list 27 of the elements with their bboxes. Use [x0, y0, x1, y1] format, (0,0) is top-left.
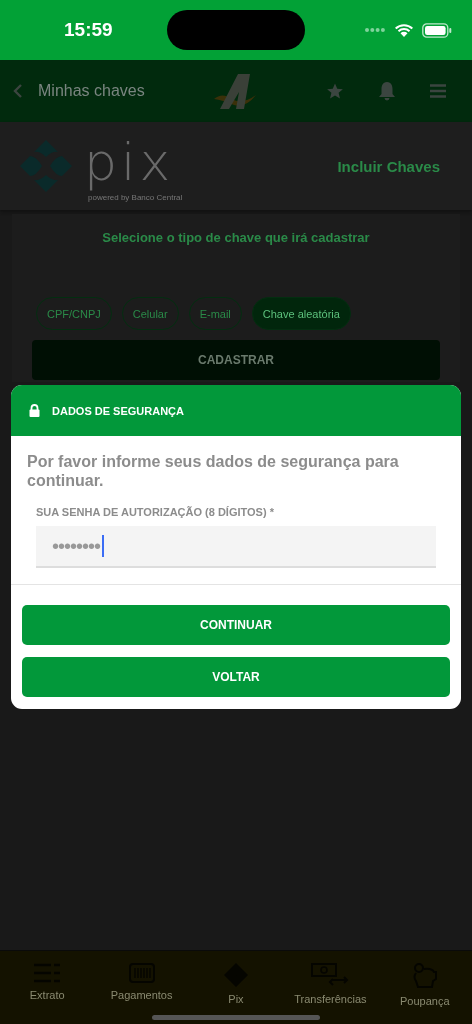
register-button[interactable]: CADASTRAR [32, 340, 440, 380]
continue-button[interactable]: CONTINUAR [22, 605, 450, 645]
signal-icon [364, 27, 386, 33]
status-time: 15:59 [64, 19, 114, 41]
back-button[interactable]: VOLTAR [22, 657, 450, 697]
dialog-message: Por favor informe seus dados de segurança para continuar. [27, 452, 400, 490]
lock-icon [29, 404, 40, 417]
section-heading: Incluir Chaves [337, 157, 440, 175]
page-title: Minhas chaves [38, 82, 146, 100]
key-type-chip[interactable]: Chave aleatória [251, 297, 351, 330]
field-label: SUA SENHA DE AUTORIZAÇÃO (8 DÍGITOS) * [36, 506, 275, 518]
nav-label[interactable]: Extrato [29, 989, 65, 1001]
pix-logo-text: pix [84, 130, 176, 193]
star-icon[interactable] [326, 82, 344, 100]
nav-label[interactable]: Transferências [294, 993, 367, 1005]
battery-icon [422, 22, 452, 38]
nav-label[interactable]: Pagamentos [110, 989, 173, 1001]
prompt-text: Selecione o tipo de chave que irá cadastrar [101, 230, 371, 245]
dialog-title: DADOS DE SEGURANÇA [52, 404, 184, 417]
nav-label[interactable]: Pix [228, 993, 244, 1005]
back-icon[interactable] [12, 83, 24, 99]
wifi-icon [394, 22, 414, 38]
menu-icon[interactable] [430, 84, 446, 98]
password-field[interactable]: •••••••• [36, 526, 436, 568]
nav-label[interactable]: Poupança [399, 995, 450, 1007]
pix-logo-caption: powered by Banco Central [88, 192, 183, 202]
bell-icon[interactable] [378, 81, 396, 101]
